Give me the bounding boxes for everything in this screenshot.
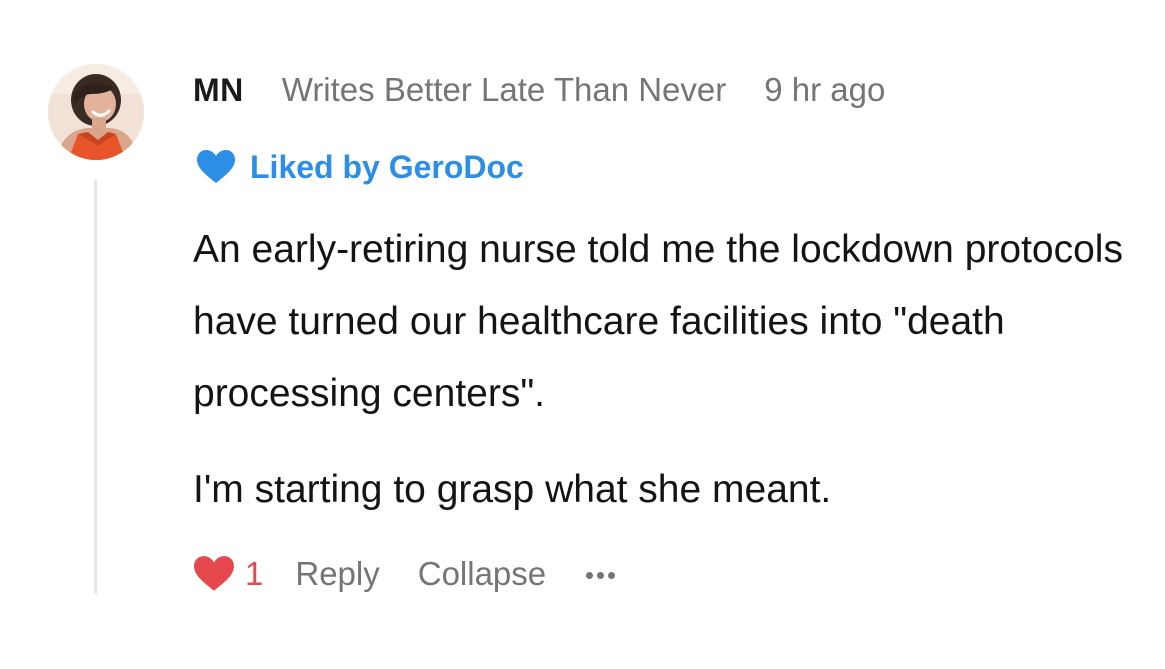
heart-icon: [196, 149, 236, 185]
comment-paragraph: An early-retiring nurse told me the lock…: [193, 228, 1123, 415]
liked-by-label: Liked by GeroDoc: [250, 148, 524, 185]
comment-body: An early-retiring nurse told me the lock…: [193, 214, 1133, 526]
like-count[interactable]: 1: [245, 555, 263, 593]
avatar-image: [48, 64, 144, 160]
comment: MN Writes Better Late Than Never 9 hr ag…: [0, 0, 1165, 669]
dot: [586, 571, 594, 579]
timestamp[interactable]: 9 hr ago: [764, 71, 885, 109]
comment-actions: 1 Reply Collapse: [193, 548, 616, 600]
comment-header: MN Writes Better Late Than Never 9 hr ag…: [193, 66, 885, 114]
dot: [597, 571, 605, 579]
collapse-button[interactable]: Collapse: [418, 555, 546, 593]
comment-paragraph: I'm starting to grasp what she meant.: [193, 468, 832, 511]
avatar[interactable]: [48, 64, 144, 160]
liked-by-badge: Liked by GeroDoc: [196, 143, 524, 191]
like-heart-icon[interactable]: [193, 555, 235, 593]
thread-line[interactable]: [94, 180, 97, 594]
more-options-icon[interactable]: [586, 570, 616, 579]
reply-button[interactable]: Reply: [295, 555, 379, 593]
dot: [608, 571, 616, 579]
publication-name[interactable]: Writes Better Late Than Never: [282, 71, 727, 109]
author-name[interactable]: MN: [193, 72, 244, 109]
